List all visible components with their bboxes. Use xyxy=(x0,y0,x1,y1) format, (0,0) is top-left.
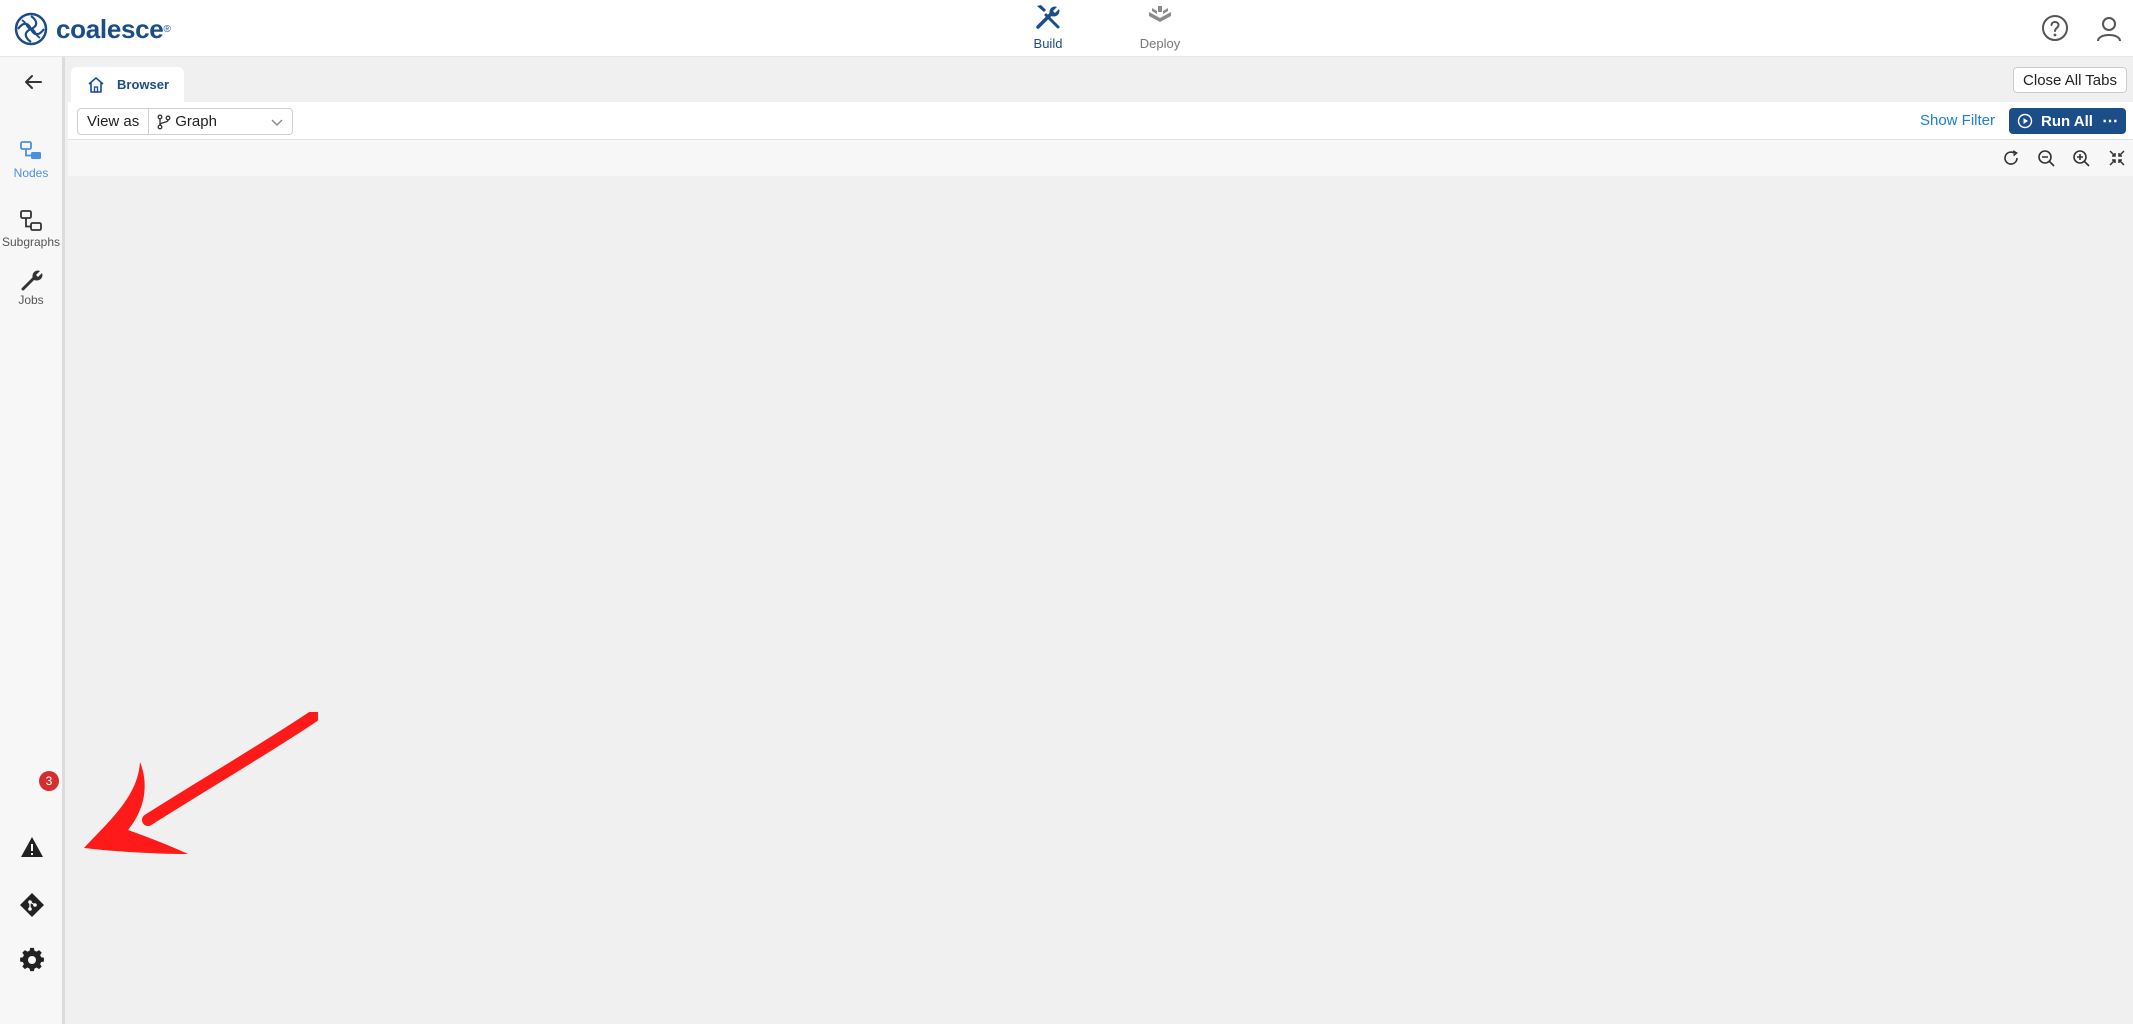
left-sidebar: Nodes Subgraphs Jobs xyxy=(0,57,65,1024)
warning-icon[interactable] xyxy=(19,834,45,860)
mode-tab-deploy[interactable]: Deploy xyxy=(1120,2,1200,54)
tab-browser-label: Browser xyxy=(117,77,170,92)
user-icon[interactable] xyxy=(2095,14,2123,42)
mode-tab-build-label: Build xyxy=(1033,36,1063,51)
mode-tab-deploy-label: Deploy xyxy=(1139,36,1181,51)
view-as-control: View as Graph xyxy=(77,108,294,135)
run-all-label: Run All xyxy=(2041,112,2093,130)
home-icon xyxy=(88,76,104,93)
deploy-icon xyxy=(1149,6,1171,22)
help-icon[interactable] xyxy=(2041,14,2069,42)
graph-canvas[interactable] xyxy=(68,176,2133,1024)
run-all-button[interactable]: Run All ⋯ xyxy=(2009,108,2126,134)
brand-name: coalesce xyxy=(56,13,164,44)
more-options-icon[interactable]: ⋯ xyxy=(2102,111,2118,131)
view-as-select[interactable]: Graph xyxy=(149,109,292,134)
wrench-icon xyxy=(21,270,43,291)
warnings-count-badge: 3 xyxy=(39,771,59,791)
mode-tab-build[interactable]: Build xyxy=(1008,2,1088,54)
fit-to-screen-icon[interactable] xyxy=(2108,149,2126,167)
branch-icon xyxy=(157,114,171,129)
tab-browser[interactable]: Browser xyxy=(71,67,184,102)
browser-toolbar: View as Graph Show Filter Run All ⋯ xyxy=(68,102,2133,140)
sidebar-item-subgraphs[interactable]: Subgraphs xyxy=(0,209,62,249)
graph-controls-bar xyxy=(68,140,2133,176)
sidebar-item-jobs-label: Jobs xyxy=(18,293,44,307)
refresh-icon[interactable] xyxy=(2002,149,2020,167)
sidebar-item-nodes-label: Nodes xyxy=(13,166,49,180)
brand-registered-mark: ® xyxy=(163,23,171,35)
git-icon[interactable] xyxy=(19,892,45,918)
coalesce-logo-mark xyxy=(14,12,48,46)
coalesce-logo[interactable]: coalesce ® xyxy=(14,12,171,46)
settings-gear-icon[interactable] xyxy=(19,947,45,973)
show-filter-link[interactable]: Show Filter xyxy=(1920,112,1995,129)
zoom-out-icon[interactable] xyxy=(2037,149,2055,167)
collapse-back-arrow-icon[interactable] xyxy=(22,71,44,93)
zoom-in-icon[interactable] xyxy=(2072,149,2090,167)
chevron-down-icon xyxy=(271,119,283,126)
tab-strip: Browser Close All Tabs xyxy=(68,57,2133,102)
wrench-screwdriver-icon xyxy=(1036,5,1060,29)
view-as-value: Graph xyxy=(175,113,217,130)
close-all-tabs-button[interactable]: Close All Tabs xyxy=(2013,67,2127,93)
view-as-label: View as xyxy=(78,109,150,134)
sidebar-item-nodes[interactable]: Nodes xyxy=(0,140,62,180)
sidebar-item-jobs[interactable]: Jobs xyxy=(0,267,62,307)
sidebar-item-subgraphs-label: Subgraphs xyxy=(1,235,61,249)
nodes-icon xyxy=(20,141,41,159)
top-bar: coalesce ® Build Deploy xyxy=(0,0,2133,57)
play-circle-icon xyxy=(2017,113,2033,129)
subgraphs-icon xyxy=(20,210,42,231)
